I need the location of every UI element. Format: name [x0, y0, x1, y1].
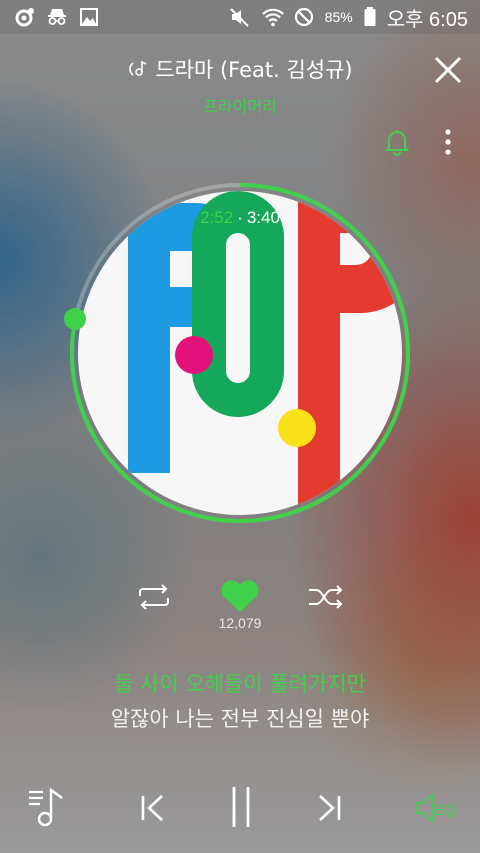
more-options-button[interactable]	[436, 126, 460, 158]
equalizer-button[interactable]: EQ	[412, 790, 462, 826]
clock: 오후 6:05	[386, 8, 468, 31]
like-count: 12,079	[218, 615, 262, 631]
status-bar-left	[14, 6, 100, 28]
alarm-button[interactable]	[383, 127, 411, 157]
time-separator: ·	[237, 208, 243, 227]
close-icon	[434, 56, 462, 84]
like-button[interactable]	[218, 578, 262, 616]
repeat-button[interactable]	[134, 582, 174, 612]
block-icon	[293, 6, 315, 28]
circle-app-icon	[14, 6, 36, 28]
eq-label: EQ	[434, 802, 456, 819]
lyric-next-line[interactable]: 알잖아 나는 전부 진심일 뿐야	[0, 703, 480, 733]
incognito-icon	[46, 6, 68, 28]
time-display: 2:52 · 3:40	[0, 208, 480, 228]
pause-icon	[232, 787, 250, 827]
artist-name[interactable]: 프라이머리	[0, 93, 480, 117]
lyrics-sync-icon	[127, 58, 149, 80]
close-button[interactable]	[428, 50, 468, 90]
song-title-row[interactable]: 드라마 (Feat. 김성규)	[0, 52, 480, 86]
lyric-current-line[interactable]: 둘 사이 오해들이 풀려가지만	[0, 668, 480, 698]
next-icon	[319, 795, 341, 821]
bell-icon	[384, 130, 410, 156]
playlist-icon	[29, 787, 63, 827]
image-icon	[78, 6, 100, 28]
song-title: 드라마 (Feat. 김성규)	[155, 58, 353, 82]
heart-icon	[221, 580, 259, 612]
previous-button[interactable]	[136, 789, 170, 827]
current-time: 2:52	[200, 208, 234, 227]
pause-button[interactable]	[226, 784, 256, 830]
wifi-icon	[261, 6, 284, 28]
more-vertical-icon	[445, 129, 451, 155]
previous-icon	[141, 795, 163, 821]
seek-handle[interactable]	[62, 306, 88, 332]
playlist-button[interactable]	[26, 786, 70, 828]
eq-icon: EQ	[416, 792, 456, 824]
shuffle-icon	[309, 585, 343, 609]
next-button[interactable]	[312, 789, 346, 827]
total-time: 3:40	[246, 208, 280, 227]
repeat-icon	[139, 584, 169, 610]
battery-percent: 85%	[324, 9, 353, 25]
status-bar: 85% 오후 6:05	[0, 0, 480, 34]
battery-icon	[363, 6, 377, 28]
shuffle-button[interactable]	[305, 582, 347, 612]
mute-icon	[229, 6, 251, 28]
status-bar-right: 85% 오후 6:05	[229, 3, 468, 32]
